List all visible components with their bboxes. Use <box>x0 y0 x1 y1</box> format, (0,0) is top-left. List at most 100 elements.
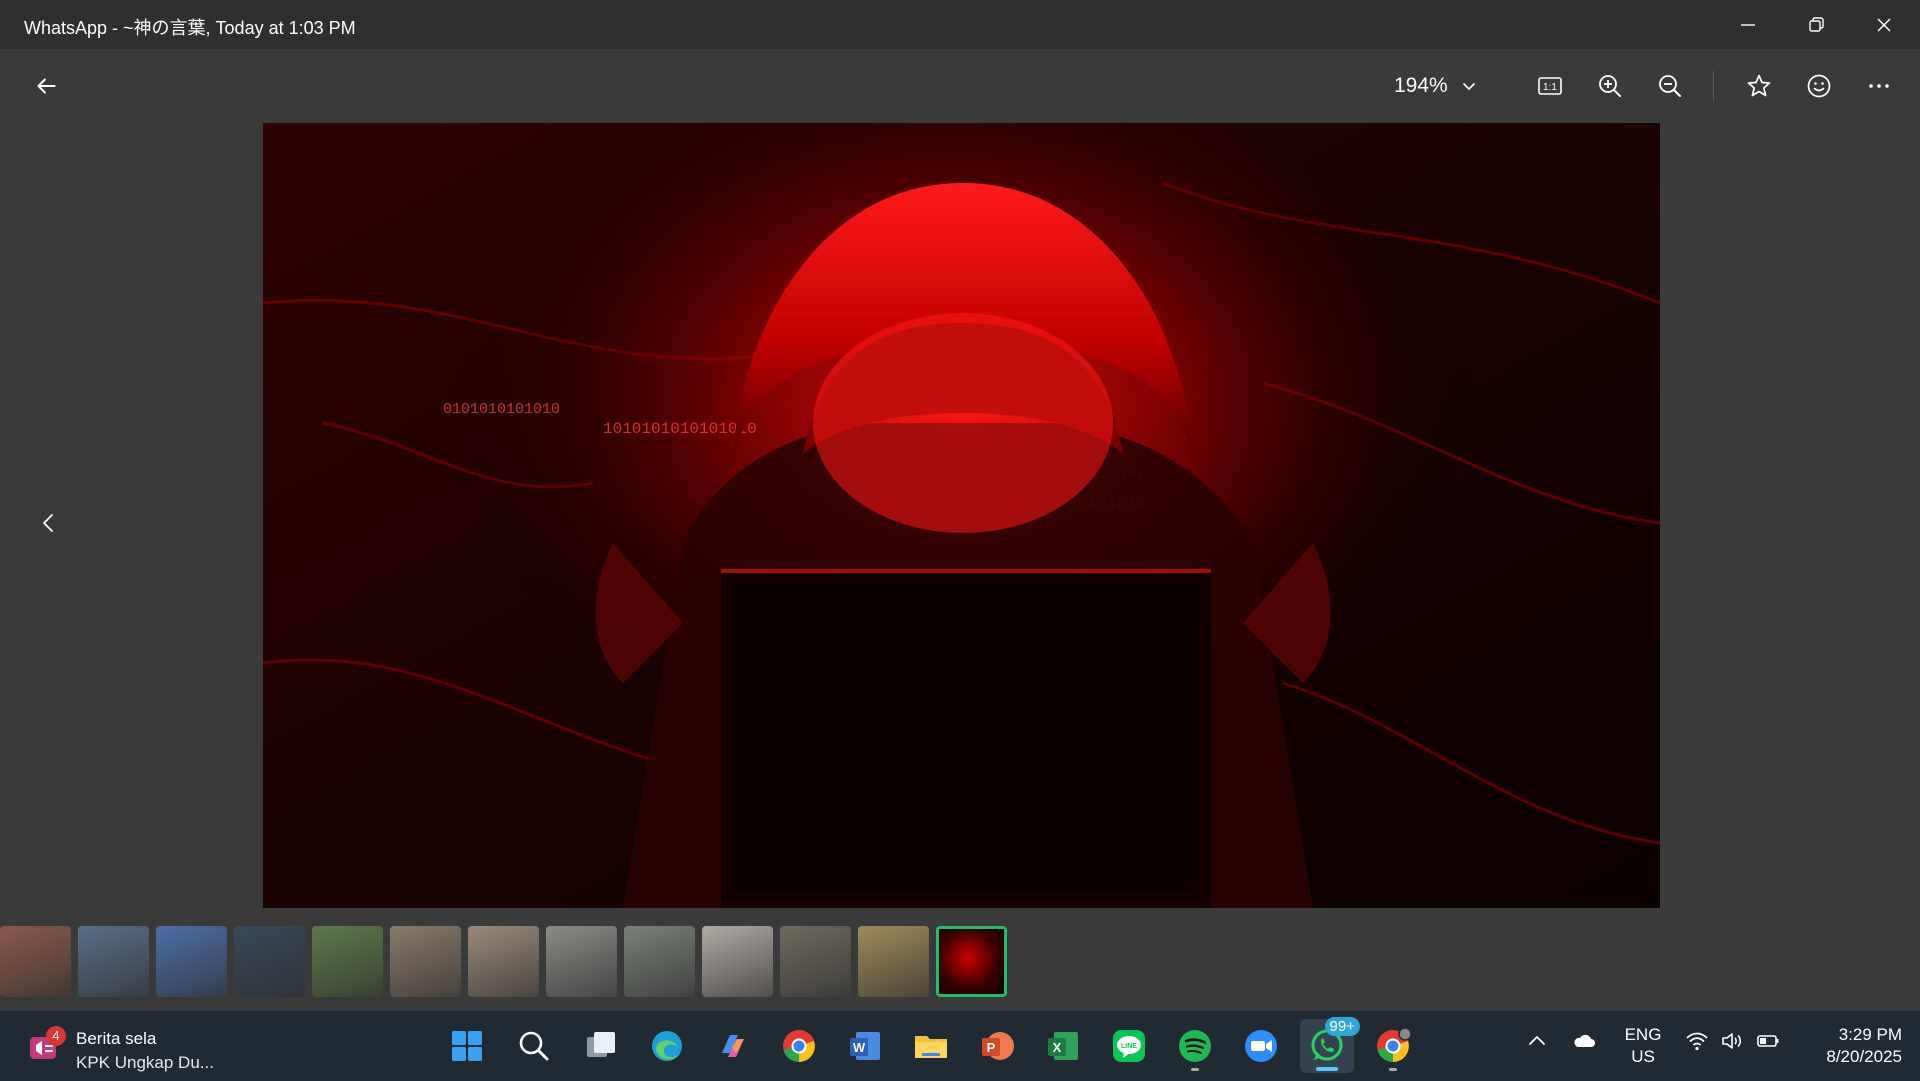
language-indicator[interactable]: ENG US <box>1615 1024 1671 1068</box>
taskbar-app-zoom[interactable] <box>1234 1019 1288 1073</box>
taskbar-app-edge[interactable] <box>640 1019 694 1073</box>
taskbar-app-word[interactable]: W <box>838 1019 892 1073</box>
svg-text:X: X <box>1053 1040 1062 1055</box>
taskbar-app-spotify[interactable] <box>1168 1019 1222 1073</box>
taskbar-app-chrome-profile[interactable] <box>1366 1019 1420 1073</box>
thumbnail[interactable] <box>858 926 929 997</box>
close-icon <box>1877 18 1891 31</box>
active-indicator <box>1316 1067 1338 1071</box>
thumbnail[interactable] <box>0 926 71 997</box>
region-code: US <box>1631 1047 1655 1066</box>
task-view-icon <box>587 1032 615 1057</box>
thumbnail[interactable] <box>78 926 149 997</box>
powerpoint-icon: P <box>982 1032 1014 1060</box>
running-indicator <box>1191 1068 1199 1071</box>
taskbar-app-file-explorer[interactable] <box>904 1019 958 1073</box>
onedrive-button[interactable] <box>1572 1029 1596 1053</box>
speaker-icon <box>1722 1033 1742 1049</box>
svg-text:W: W <box>853 1040 866 1055</box>
copilot-icon <box>722 1035 744 1057</box>
taskbar-app-excel[interactable]: X <box>1036 1019 1090 1073</box>
windows-icon <box>452 1031 482 1061</box>
news-badge: 4 <box>46 1026 66 1046</box>
toolbar-separator <box>1713 71 1714 101</box>
start-button[interactable] <box>440 1019 494 1073</box>
taskbar-app-whatsapp[interactable]: 99+ <box>1300 1017 1360 1073</box>
more-options-button[interactable] <box>1856 63 1902 109</box>
search-button[interactable] <box>507 1019 561 1073</box>
chrome-icon <box>783 1030 815 1062</box>
thumbnail[interactable] <box>234 926 305 997</box>
system-clock[interactable]: 3:29 PM 8/20/2025 <box>1792 1024 1902 1068</box>
more-icon <box>1869 84 1889 88</box>
thumbnail[interactable] <box>780 926 851 997</box>
excel-icon: X <box>1048 1032 1078 1060</box>
thumbnail[interactable] <box>546 926 617 997</box>
thumbnail[interactable] <box>312 926 383 997</box>
word-icon: W <box>850 1032 880 1060</box>
thumbnail[interactable] <box>468 926 539 997</box>
emoji-icon <box>1807 74 1831 98</box>
whatsapp-badge: 99+ <box>1324 1017 1360 1036</box>
thumbnail[interactable] <box>702 926 773 997</box>
previous-image-button[interactable] <box>26 500 72 546</box>
running-indicator <box>1389 1068 1397 1071</box>
zoom-out-button[interactable] <box>1647 63 1693 109</box>
zoom-level: 194% <box>1394 74 1448 97</box>
back-button[interactable] <box>23 63 69 109</box>
search-icon <box>519 1031 549 1061</box>
language-code: ENG <box>1624 1025 1662 1044</box>
zoom-dropdown[interactable]: 194% <box>1394 69 1478 103</box>
binary-text: 0101010101010 <box>443 401 560 418</box>
restore-icon <box>1809 16 1824 32</box>
thumbnail[interactable] <box>390 926 461 997</box>
chevron-left-icon <box>43 514 53 532</box>
news-title: Berita sela <box>76 1029 157 1048</box>
viewer-toolbar: 194% 1:1 <box>0 49 1920 123</box>
battery-status[interactable] <box>1756 1029 1780 1053</box>
spotify-icon <box>1179 1030 1211 1062</box>
zoom-in-icon <box>1599 75 1621 97</box>
actual-size-button[interactable]: 1:1 <box>1527 63 1573 109</box>
taskbar: 4 Berita sela KPK Ungkap Du... W P X LIN… <box>0 1010 1920 1081</box>
taskbar-app-powerpoint[interactable]: P <box>970 1019 1024 1073</box>
edge-icon <box>652 1031 682 1061</box>
chevron-down-icon <box>1462 83 1475 91</box>
binary-text: 1010101010101010 <box>603 420 757 438</box>
thumbnail[interactable] <box>936 926 1007 997</box>
battery-icon <box>1757 1035 1779 1047</box>
volume-status[interactable] <box>1720 1029 1744 1053</box>
thumbnail[interactable] <box>156 926 227 997</box>
actual-size-icon: 1:1 <box>1538 77 1562 95</box>
favorite-button[interactable] <box>1736 63 1782 109</box>
zoom-in-button[interactable] <box>1587 63 1633 109</box>
news-widget[interactable]: 4 Berita sela KPK Ungkap Du... <box>28 1019 248 1073</box>
taskbar-app-copilot[interactable] <box>706 1019 760 1073</box>
line-icon: LINE <box>1113 1030 1145 1062</box>
title-bar: WhatsApp - ~神の言葉, Today at 1:03 PM <box>0 0 1920 49</box>
wifi-icon <box>1686 1032 1708 1051</box>
svg-text:LINE: LINE <box>1121 1043 1137 1050</box>
news-headline: KPK Ungkap Du... <box>76 1053 214 1072</box>
clock-date: 8/20/2025 <box>1826 1047 1902 1066</box>
wifi-status[interactable] <box>1685 1029 1709 1053</box>
taskbar-app-line[interactable]: LINE <box>1102 1019 1156 1073</box>
zoom-out-icon <box>1659 75 1681 97</box>
minimize-button[interactable] <box>1714 0 1782 49</box>
show-hidden-icons-button[interactable] <box>1525 1029 1549 1053</box>
star-icon <box>1747 74 1771 97</box>
chevron-up-icon <box>1529 1035 1545 1045</box>
thumbnail-strip <box>0 923 1920 997</box>
taskbar-app-chrome[interactable] <box>772 1019 826 1073</box>
restore-button[interactable] <box>1782 0 1850 49</box>
thumbnail[interactable] <box>624 926 695 997</box>
window-title: WhatsApp - ~神の言葉, Today at 1:03 PM <box>24 18 356 38</box>
task-view-button[interactable] <box>574 1019 628 1073</box>
cloud-icon <box>1574 1034 1595 1047</box>
close-button[interactable] <box>1850 0 1918 49</box>
svg-text:1:1: 1:1 <box>1543 82 1557 93</box>
chrome-icon <box>1377 1027 1412 1062</box>
image-viewer[interactable]: 01010101 10101010 0101010101010 10101010… <box>263 123 1660 908</box>
react-button[interactable] <box>1796 63 1842 109</box>
svg-text:P: P <box>987 1040 996 1055</box>
